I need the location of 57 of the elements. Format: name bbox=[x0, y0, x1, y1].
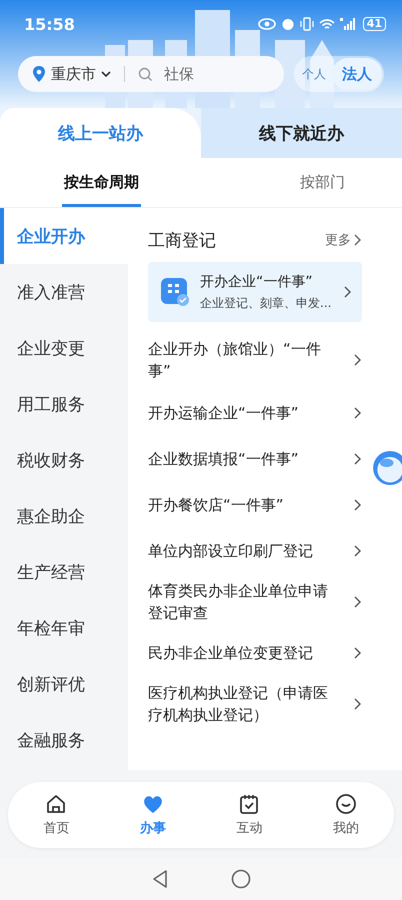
chevron-right-icon bbox=[353, 498, 362, 512]
service-item[interactable]: 企业数据填报“一件事” bbox=[148, 436, 362, 482]
chevron-right-icon bbox=[353, 353, 362, 367]
sidebar-item[interactable]: 金融服务 bbox=[0, 712, 128, 768]
featured-subtitle: 企业登记、刻章、申发... bbox=[200, 294, 332, 312]
section-title: 工商登记 bbox=[148, 230, 216, 252]
nav-item[interactable]: 办事 bbox=[122, 793, 183, 837]
search-field[interactable]: 重庆市 社保 bbox=[18, 56, 284, 92]
smiley-icon bbox=[334, 793, 357, 815]
chevron-right-icon bbox=[353, 544, 362, 558]
chevron-right-icon bbox=[353, 646, 362, 660]
sidebar-item[interactable]: 创新评优 bbox=[0, 656, 128, 712]
home-button-icon bbox=[231, 869, 251, 889]
service-item[interactable]: 民办非企业单位变更登记 bbox=[148, 630, 362, 676]
tab[interactable]: 按部门 bbox=[243, 158, 402, 207]
sidebar-item[interactable]: 企业变更 bbox=[0, 320, 128, 376]
nav-item[interactable]: 首页 bbox=[26, 793, 86, 837]
service-item[interactable]: 企业开办（旅馆业）“一件事” bbox=[148, 330, 362, 390]
sidebar-item[interactable]: 企业开办 bbox=[0, 208, 128, 264]
tab[interactable]: 线下就近办 bbox=[201, 108, 402, 158]
chevron-right-icon bbox=[353, 233, 362, 247]
nav-item[interactable]: 我的 bbox=[316, 793, 376, 837]
featured-title: 开办企业“一件事” bbox=[200, 272, 314, 290]
building-icon bbox=[160, 277, 190, 307]
vibrate-icon bbox=[300, 17, 314, 31]
service-item[interactable]: 医疗机构执业登记（申请医疗机构执业登记） bbox=[148, 676, 362, 732]
status-time: 15:58 bbox=[24, 14, 75, 34]
service-item[interactable]: 单位内部设立印刷厂登记 bbox=[148, 528, 362, 574]
sidebar-item[interactable]: 惠企助企 bbox=[0, 488, 128, 544]
calendar-icon bbox=[238, 793, 260, 815]
chevron-right-icon bbox=[343, 285, 352, 299]
location-pin-icon bbox=[32, 65, 46, 83]
back-icon bbox=[151, 869, 169, 889]
home-icon bbox=[45, 793, 68, 815]
sidebar-item[interactable]: 税收财务 bbox=[0, 432, 128, 488]
sidebar-item[interactable]: 年检年审 bbox=[0, 600, 128, 656]
nav-item[interactable]: 互动 bbox=[219, 793, 280, 837]
featured-card[interactable]: 开办企业“一件事” 企业登记、刻章、申发... bbox=[148, 262, 362, 322]
service-item[interactable]: 开办餐饮店“一件事” bbox=[148, 482, 362, 528]
signal-icon bbox=[340, 17, 358, 31]
sidebar-item[interactable]: 准入准营 bbox=[0, 264, 128, 320]
tab[interactable]: 线上一站办 bbox=[0, 108, 201, 158]
more-link[interactable]: 更多 bbox=[325, 231, 362, 249]
sidebar-item[interactable]: 用工服务 bbox=[0, 376, 128, 432]
chevron-down-icon bbox=[101, 70, 111, 78]
service-item[interactable]: 开办运输企业“一件事” bbox=[148, 390, 362, 436]
service-item[interactable]: 体育类民办非企业单位申请登记审查 bbox=[148, 574, 362, 630]
eye-icon bbox=[258, 18, 276, 30]
chevron-right-icon bbox=[353, 406, 362, 420]
battery-indicator: 41 bbox=[362, 17, 386, 31]
chevron-right-icon bbox=[353, 595, 362, 609]
chevron-right-icon bbox=[353, 697, 362, 711]
wifi-icon bbox=[318, 18, 335, 30]
sidebar-item[interactable]: 生产经营 bbox=[0, 544, 128, 600]
city-selector[interactable]: 重庆市 bbox=[51, 64, 96, 84]
search-icon bbox=[138, 66, 153, 82]
chevron-right-icon bbox=[353, 452, 362, 466]
